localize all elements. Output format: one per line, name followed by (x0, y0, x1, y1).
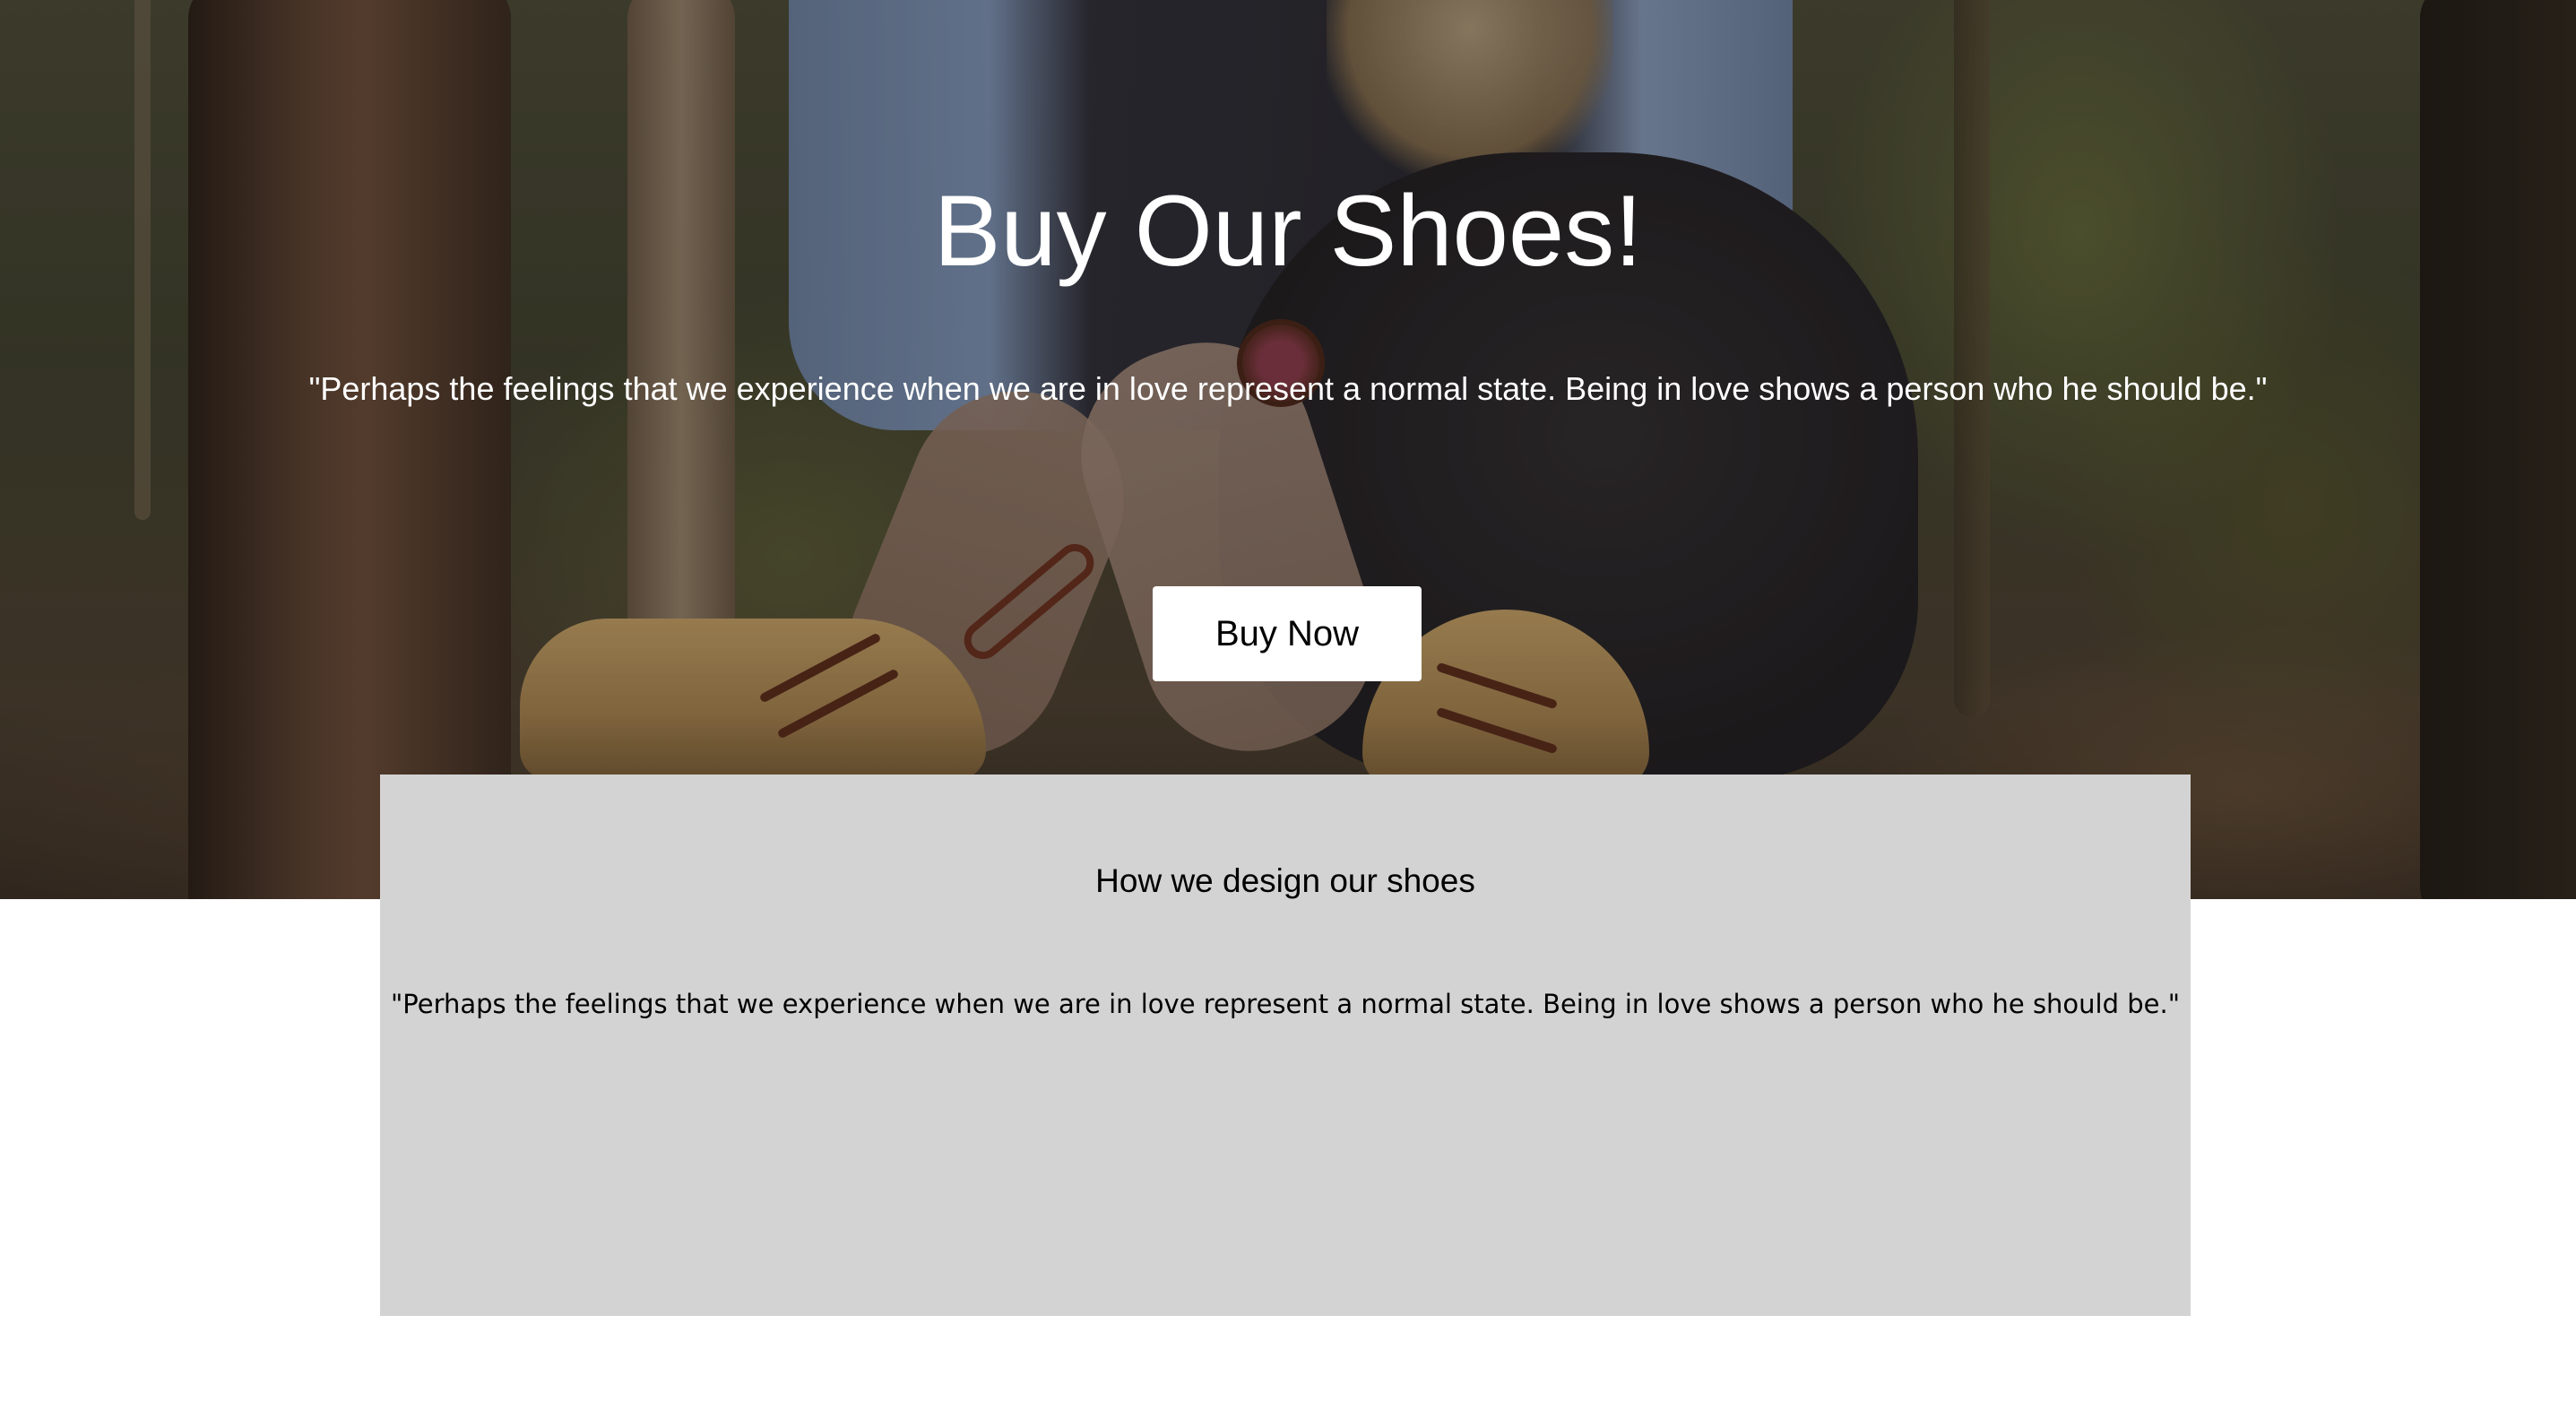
hero-title: Buy Our Shoes! (933, 175, 1643, 287)
design-section-heading: How we design our shoes (1095, 862, 1475, 899)
design-section-quote: "Perhaps the feelings that we experience… (390, 989, 2181, 1019)
hero-photo-overlay (0, 0, 2576, 899)
buy-now-button[interactable]: Buy Now (1153, 586, 1422, 681)
hero-section: Buy Our Shoes! "Perhaps the feelings tha… (0, 0, 2576, 899)
design-section-card: How we design our shoes "Perhaps the fee… (380, 775, 2191, 1316)
hero-quote: "Perhaps the feelings that we experience… (308, 370, 2268, 407)
landing-page: Buy Our Shoes! "Perhaps the feelings tha… (0, 0, 2576, 1402)
